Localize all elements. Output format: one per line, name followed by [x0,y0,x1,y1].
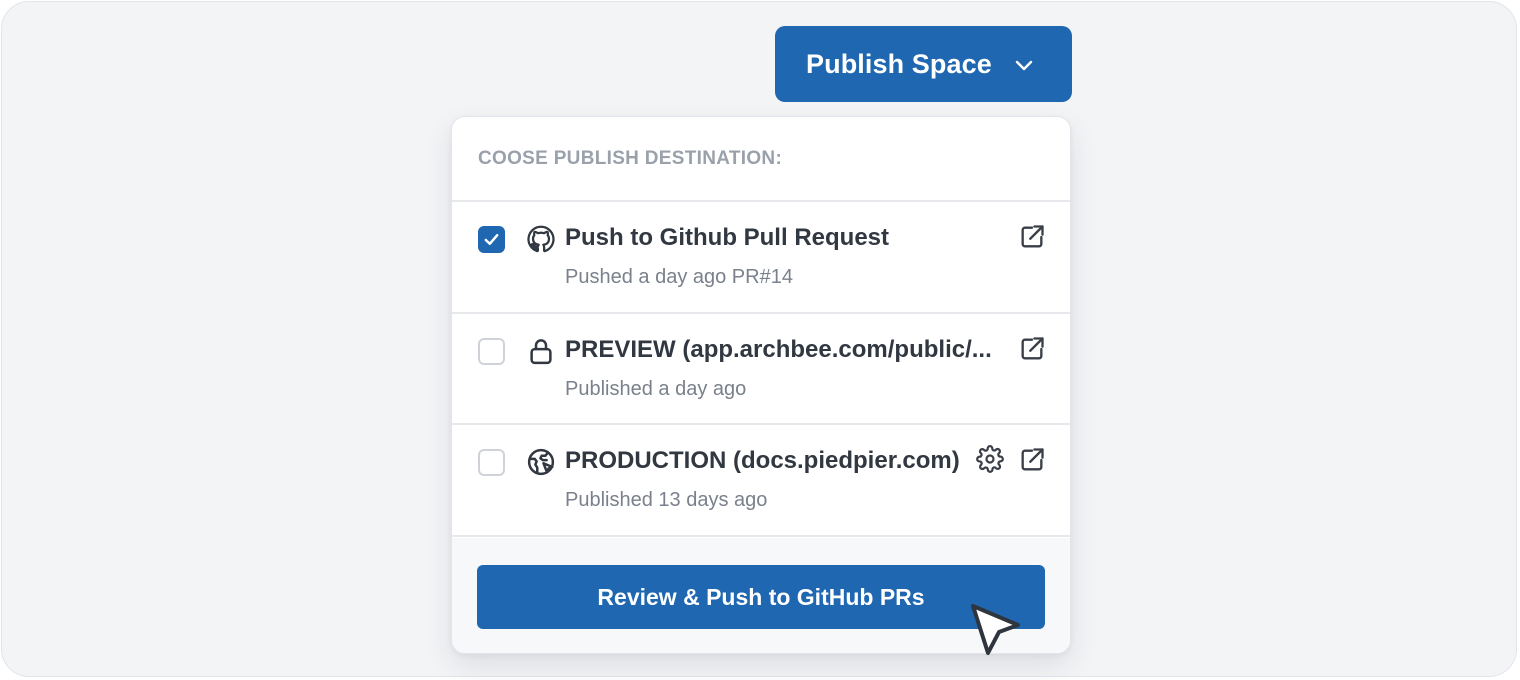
publish-space-label: Publish Space [806,48,992,79]
github-icon [527,225,555,253]
preview-checkbox[interactable] [478,338,505,365]
publish-destination-dropdown: COOSE PUBLISH DESTINATION: Push to Githu… [451,116,1071,654]
external-link-icon[interactable] [1018,335,1046,363]
preview-option-title: PREVIEW (app.archbee.com/public/... [565,336,992,363]
destination-option-github[interactable]: Push to Github Pull Request Pushed a day… [452,202,1070,314]
gear-icon[interactable] [976,445,1004,473]
production-option-status: Published 13 days ago [565,489,768,511]
external-link-icon[interactable] [1018,446,1046,474]
publish-space-button[interactable]: Publish Space [775,26,1072,102]
dropdown-header: COOSE PUBLISH DESTINATION: [452,117,1070,202]
globe-icon [527,448,555,476]
preview-option-status: Published a day ago [565,378,747,400]
github-option-status: Pushed a day ago PR#14 [565,266,793,288]
lock-icon [530,339,552,365]
review-push-button[interactable]: Review & Push to GitHub PRs [477,565,1045,629]
github-option-title: Push to Github Pull Request [565,224,889,251]
production-checkbox[interactable] [478,449,505,476]
chevron-down-icon [1015,60,1033,71]
destination-option-production[interactable]: PRODUCTION (docs.piedpier.com) Published… [452,425,1070,537]
production-option-title: PRODUCTION (docs.piedpier.com) [565,447,960,474]
mouse-cursor-icon [971,604,1020,655]
github-checkbox[interactable] [478,226,505,253]
destination-option-preview[interactable]: PREVIEW (app.archbee.com/public/... Publ… [452,314,1070,425]
checkmark-icon [484,233,499,246]
external-link-icon[interactable] [1018,223,1046,251]
